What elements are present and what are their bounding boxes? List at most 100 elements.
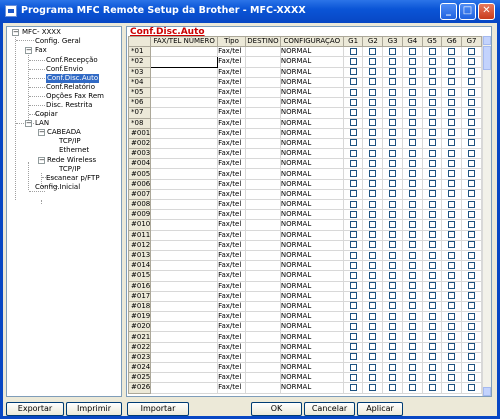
group-checkbox[interactable] bbox=[349, 292, 357, 300]
group-checkbox[interactable] bbox=[468, 88, 476, 96]
configuracao-cell[interactable]: NORMAL bbox=[279, 66, 344, 78]
tipo-cell[interactable]: Fax/tel bbox=[217, 331, 246, 343]
group-checkbox[interactable] bbox=[468, 322, 476, 330]
group-checkbox[interactable] bbox=[369, 261, 377, 269]
group-checkbox[interactable] bbox=[349, 170, 357, 178]
group-checkbox[interactable] bbox=[448, 220, 456, 228]
group-checkbox[interactable] bbox=[428, 47, 436, 55]
tipo-cell[interactable]: Fax/tel bbox=[217, 290, 246, 302]
fax-tel-number-cell[interactable] bbox=[150, 188, 219, 201]
configuracao-cell[interactable]: NORMAL bbox=[279, 219, 344, 231]
tree-item-opcoes-fax-rem[interactable]: Opções Fax Rem bbox=[46, 92, 104, 101]
group-checkbox[interactable] bbox=[349, 139, 357, 147]
group-checkbox[interactable] bbox=[428, 180, 436, 188]
group-checkbox[interactable] bbox=[369, 220, 377, 228]
group-checkbox[interactable] bbox=[349, 353, 357, 361]
vertical-scrollbar[interactable] bbox=[482, 36, 491, 396]
configuracao-cell[interactable]: NORMAL bbox=[279, 97, 344, 109]
collapse-icon[interactable]: − bbox=[12, 29, 19, 36]
group-checkbox[interactable] bbox=[448, 170, 456, 178]
configuracao-cell[interactable]: NORMAL bbox=[279, 158, 344, 170]
group-checkbox[interactable] bbox=[408, 149, 416, 157]
group-checkbox[interactable] bbox=[428, 363, 436, 371]
column-header-g5[interactable]: G5 bbox=[421, 36, 443, 48]
fax-tel-number-cell[interactable] bbox=[150, 86, 219, 99]
group-checkbox[interactable] bbox=[349, 180, 357, 188]
group-checkbox[interactable] bbox=[369, 241, 377, 249]
group-checkbox[interactable] bbox=[349, 200, 357, 208]
close-button[interactable]: ✕ bbox=[478, 3, 495, 20]
fax-tel-number-cell[interactable] bbox=[150, 229, 219, 241]
group-checkbox[interactable] bbox=[369, 170, 377, 178]
group-checkbox[interactable] bbox=[369, 343, 377, 351]
configuracao-cell[interactable]: NORMAL bbox=[279, 260, 344, 272]
group-checkbox[interactable] bbox=[468, 353, 476, 361]
column-header-configuracao[interactable]: CONFIGURAÇÃO bbox=[279, 36, 344, 48]
group-checkbox[interactable] bbox=[428, 98, 436, 106]
group-checkbox[interactable] bbox=[448, 47, 456, 55]
group-checkbox[interactable] bbox=[349, 220, 357, 228]
group-checkbox[interactable] bbox=[448, 68, 456, 76]
group-checkbox[interactable] bbox=[428, 129, 436, 137]
configuracao-cell[interactable]: NORMAL bbox=[279, 117, 344, 129]
group-checkbox[interactable] bbox=[389, 200, 397, 208]
group-checkbox[interactable] bbox=[468, 220, 476, 228]
group-checkbox[interactable] bbox=[349, 343, 357, 351]
destino-cell[interactable] bbox=[244, 158, 281, 170]
group-checkbox[interactable] bbox=[369, 271, 377, 279]
tipo-cell[interactable]: Fax/tel bbox=[217, 168, 246, 180]
group-checkbox[interactable] bbox=[349, 322, 357, 330]
group-checkbox[interactable] bbox=[428, 302, 436, 310]
group-checkbox[interactable] bbox=[389, 302, 397, 310]
group-checkbox[interactable] bbox=[369, 159, 377, 167]
group-checkbox[interactable] bbox=[428, 282, 436, 290]
tree-item-root[interactable]: MFC- XXXX bbox=[22, 28, 61, 37]
destino-cell[interactable] bbox=[244, 219, 281, 231]
tipo-cell[interactable]: Fax/tel bbox=[217, 46, 246, 58]
destino-cell[interactable] bbox=[244, 331, 281, 343]
tipo-cell[interactable]: Fax/tel bbox=[217, 280, 246, 292]
configuracao-cell[interactable]: NORMAL bbox=[279, 178, 344, 190]
group-checkbox[interactable] bbox=[349, 210, 357, 218]
group-checkbox[interactable] bbox=[369, 282, 377, 290]
tree-item-tcpip-cabeada[interactable]: TCP/IP bbox=[59, 137, 81, 146]
fax-tel-number-cell[interactable] bbox=[150, 66, 219, 78]
group-checkbox[interactable] bbox=[428, 373, 436, 381]
group-checkbox[interactable] bbox=[389, 139, 397, 147]
fax-tel-number-cell[interactable] bbox=[150, 270, 219, 282]
group-checkbox[interactable] bbox=[408, 282, 416, 290]
group-checkbox[interactable] bbox=[369, 119, 377, 127]
group-checkbox[interactable] bbox=[389, 159, 397, 167]
group-checkbox[interactable] bbox=[408, 261, 416, 269]
tipo-cell[interactable]: Fax/tel bbox=[217, 127, 246, 139]
destino-cell[interactable] bbox=[244, 86, 281, 99]
group-checkbox[interactable] bbox=[448, 190, 456, 198]
group-checkbox[interactable] bbox=[349, 108, 357, 116]
group-checkbox[interactable] bbox=[468, 333, 476, 341]
group-checkbox[interactable] bbox=[408, 363, 416, 371]
configuracao-cell[interactable]: NORMAL bbox=[279, 188, 344, 201]
destino-cell[interactable] bbox=[244, 290, 281, 302]
group-checkbox[interactable] bbox=[468, 271, 476, 279]
group-checkbox[interactable] bbox=[408, 210, 416, 218]
group-checkbox[interactable] bbox=[369, 231, 377, 239]
group-checkbox[interactable] bbox=[369, 68, 377, 76]
group-checkbox[interactable] bbox=[448, 241, 456, 249]
group-checkbox[interactable] bbox=[389, 119, 397, 127]
fax-tel-number-cell[interactable] bbox=[150, 158, 219, 170]
tree-item-conf-envio[interactable]: Conf.Envio bbox=[46, 65, 83, 74]
group-checkbox[interactable] bbox=[448, 271, 456, 279]
column-header-tipo[interactable]: Tipo bbox=[217, 36, 246, 48]
destino-cell[interactable] bbox=[244, 270, 281, 282]
group-checkbox[interactable] bbox=[389, 271, 397, 279]
tipo-cell[interactable]: Fax/tel bbox=[217, 137, 246, 150]
group-checkbox[interactable] bbox=[408, 88, 416, 96]
destino-cell[interactable] bbox=[244, 239, 281, 251]
group-checkbox[interactable] bbox=[448, 200, 456, 208]
group-checkbox[interactable] bbox=[349, 47, 357, 55]
fax-tel-number-cell[interactable] bbox=[150, 249, 219, 262]
group-checkbox[interactable] bbox=[369, 149, 377, 157]
configuracao-cell[interactable]: NORMAL bbox=[279, 239, 344, 251]
group-checkbox[interactable] bbox=[448, 261, 456, 269]
group-checkbox[interactable] bbox=[448, 373, 456, 381]
